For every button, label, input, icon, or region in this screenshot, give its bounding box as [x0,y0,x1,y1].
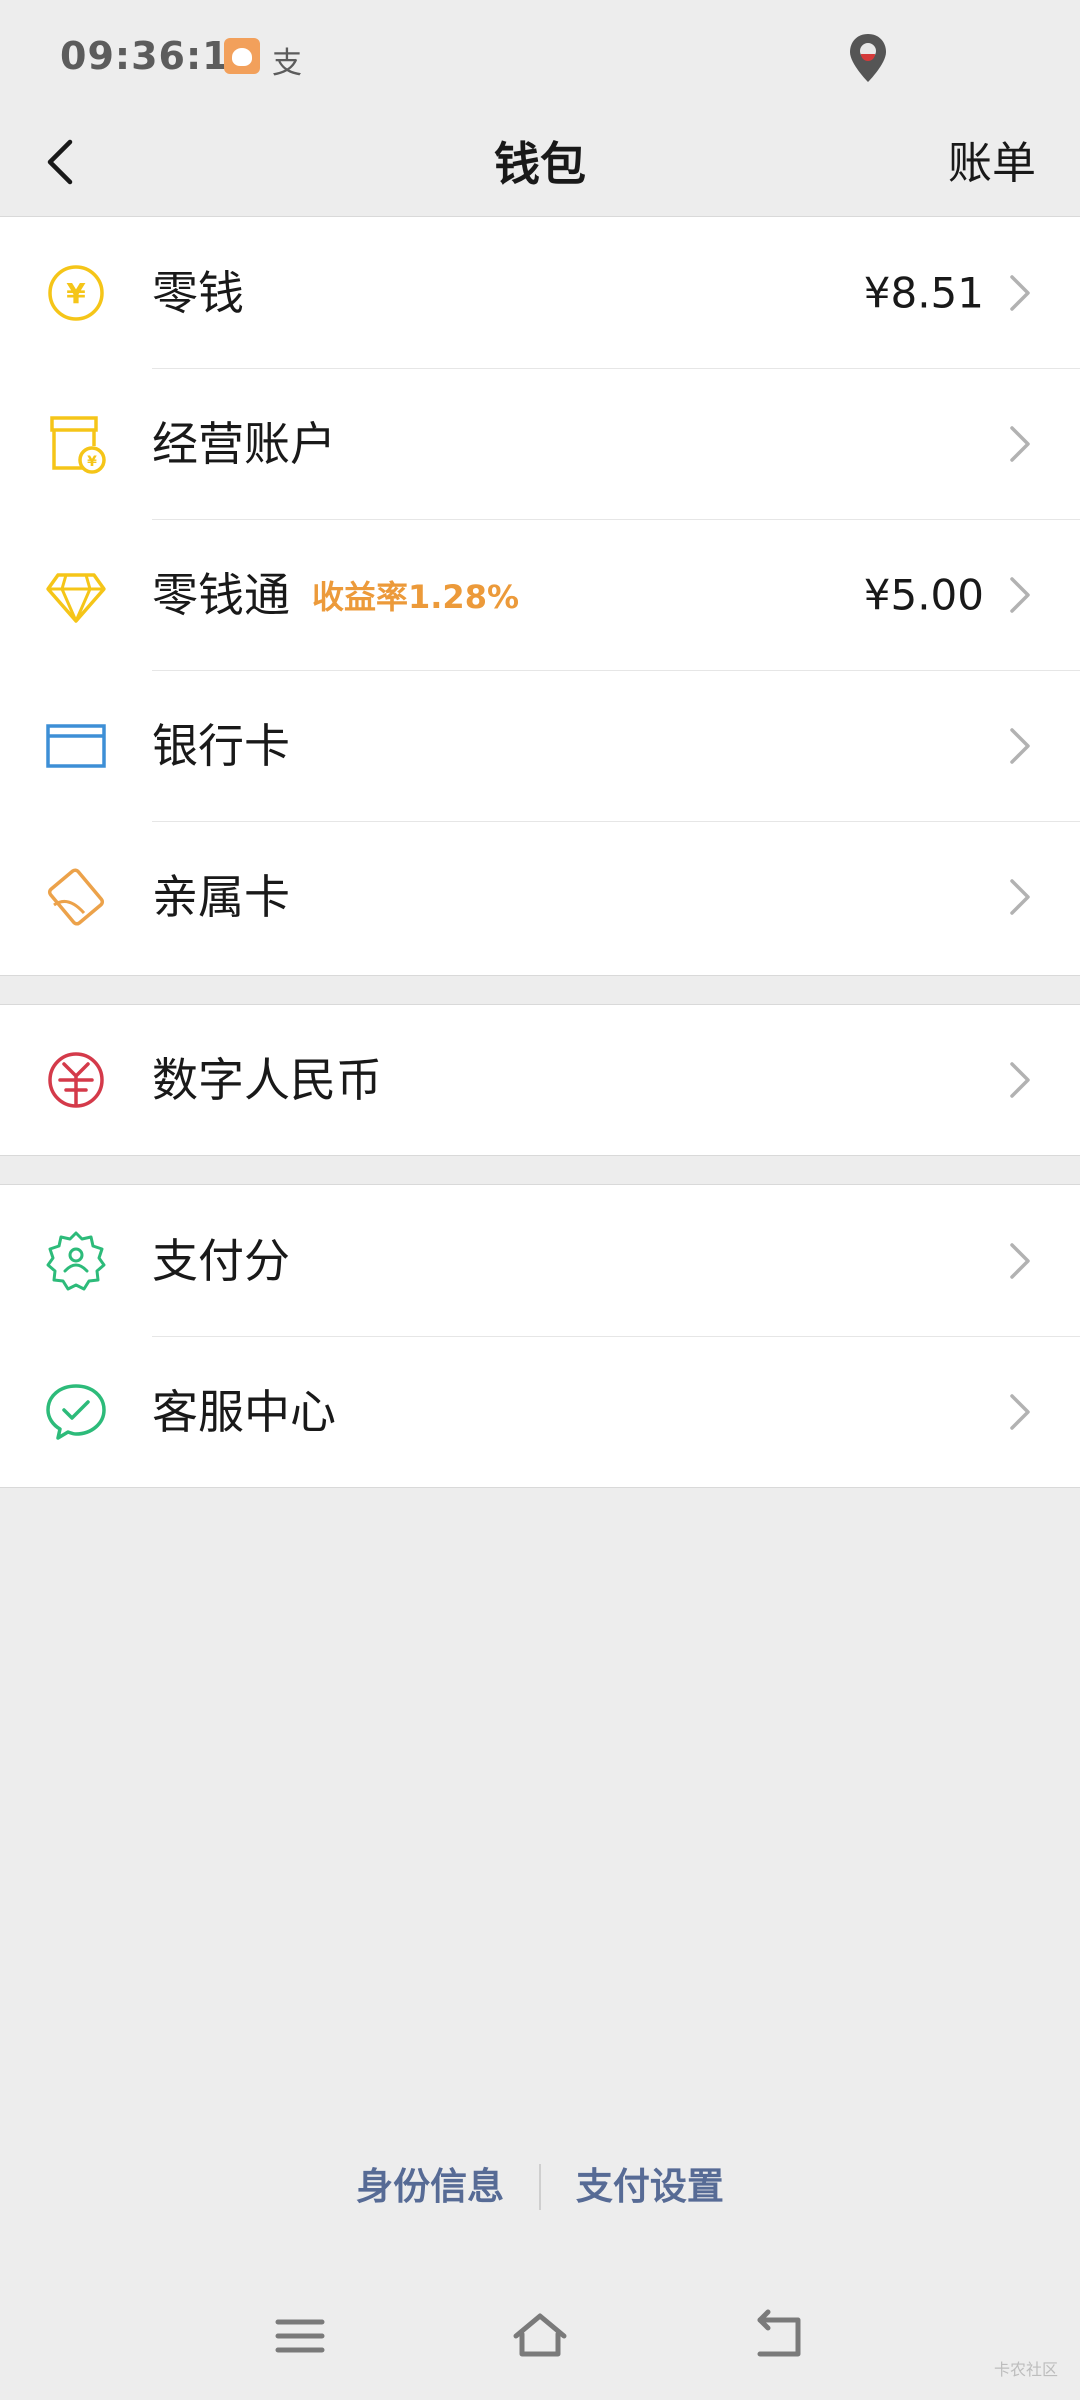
svg-text:¥: ¥ [66,277,86,310]
wallet-group-services: 支付分 客服中心 [0,1184,1080,1488]
wallet-group-main: ¥ 零钱 ¥8.51 ¥ 经营账户 零钱通 收益率1.28% ¥5.00 银行卡… [0,216,1080,976]
list-item-label: 数字人民币 [152,1053,382,1107]
alipay-notification-icon: 支 [272,46,302,81]
chevron-right-icon [1010,1393,1030,1430]
list-item-customer-service[interactable]: 客服中心 [0,1336,1080,1487]
chevron-right-icon [1010,274,1030,311]
balance-value: ¥8.51 [863,268,984,317]
system-back-icon[interactable] [752,2308,808,2364]
page-title: 钱包 [494,137,586,191]
bill-button[interactable]: 账单 [948,128,1036,200]
watermark: 卡农社区 [993,2360,1058,2379]
list-item-label: 经营账户 [152,416,336,471]
chevron-right-icon [1010,425,1030,462]
list-item-family-card[interactable]: 亲属卡 [0,821,1080,972]
system-navbar [0,2290,1080,2380]
svg-text:¥: ¥ [87,454,97,470]
chevron-right-icon [1010,1242,1030,1279]
identity-info-link[interactable]: 身份信息 [334,2152,526,2222]
coin-yen-icon: ¥ [48,264,104,321]
bank-card-icon [46,723,106,768]
menu-icon[interactable] [272,2308,328,2364]
digital-rmb-icon [48,1052,104,1108]
home-icon[interactable] [512,2308,568,2364]
balance-value: ¥5.00 [863,570,984,619]
header: 钱包 账单 [0,112,1080,216]
store-account-icon: ¥ [50,415,106,474]
pay-score-icon [46,1231,106,1290]
chevron-right-icon [1010,576,1030,613]
list-item-label: 零钱通 [152,567,290,622]
chevron-right-icon [1010,1062,1030,1098]
list-item-label: 支付分 [152,1233,290,1288]
list-item-lingqiantong[interactable]: 零钱通 收益率1.28% ¥5.00 [0,519,1080,670]
list-item-pay-score[interactable]: 支付分 [0,1185,1080,1336]
wallet-group-digital-rmb: 数字人民币 [0,1004,1080,1156]
list-item-label: 客服中心 [152,1384,336,1439]
location-pin-icon [850,34,886,82]
list-item-business-account[interactable]: ¥ 经营账户 [0,368,1080,519]
payment-settings-link[interactable]: 支付设置 [554,2152,746,2222]
chevron-right-icon [1010,878,1030,915]
footer-divider [539,2164,541,2210]
list-item-change[interactable]: ¥ 零钱 ¥8.51 [0,217,1080,368]
chevron-right-icon [1010,727,1030,764]
notification-app-icon [224,38,260,74]
diamond-icon [46,572,106,623]
list-item-label: 亲属卡 [152,869,290,924]
status-bar: 09:36:12 支 [0,0,1080,112]
list-item-digital-rmb[interactable]: 数字人民币 [0,1005,1080,1155]
yield-rate-badge: 收益率1.28% [312,577,520,616]
family-card-icon [47,867,105,926]
list-item-label: 零钱 [152,265,244,320]
customer-service-icon [46,1383,106,1440]
list-item-bank-card[interactable]: 银行卡 [0,670,1080,821]
list-item-label: 银行卡 [152,718,290,773]
footer-links: 身份信息 支付设置 [0,2152,1080,2222]
